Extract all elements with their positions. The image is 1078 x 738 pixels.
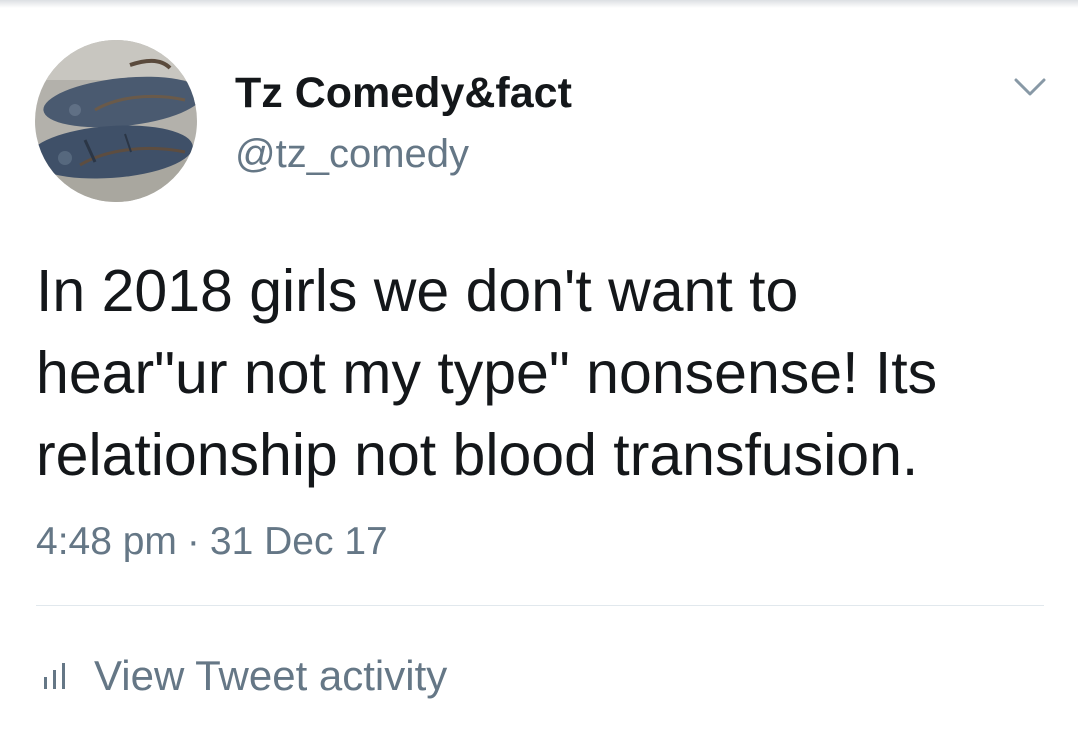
bar-chart-icon <box>44 663 65 689</box>
divider <box>36 605 1044 606</box>
tweet-text-line: In 2018 girls we don't want to <box>36 258 799 324</box>
avatar-sandals-photo <box>35 40 197 202</box>
tweet-text-line: relationship not blood transfusion. <box>36 422 919 488</box>
tweet-text: In 2018 girls we don't want to hear"ur n… <box>36 250 1056 496</box>
tweet-menu-button[interactable] <box>1010 70 1050 104</box>
tweet-date: 31 Dec 17 <box>209 520 388 563</box>
view-tweet-activity-link[interactable]: View Tweet activity <box>40 650 447 702</box>
author-handle[interactable]: @tz_comedy <box>235 130 469 178</box>
author-display-name[interactable]: Tz Comedy&fact <box>235 68 572 118</box>
tweet-time: 4:48 pm <box>36 520 177 563</box>
tweet-text-line: hear"ur not my type" nonsense! Its <box>36 340 938 406</box>
timestamp-separator: · <box>186 520 200 563</box>
view-tweet-activity-label: View Tweet activity <box>94 652 448 699</box>
profile-avatar[interactable] <box>35 40 197 202</box>
chevron-down-icon <box>1014 78 1046 96</box>
tweet-timestamp[interactable]: 4:48 pm · 31 Dec 17 <box>36 518 388 566</box>
top-edge-shadow <box>0 0 1078 8</box>
